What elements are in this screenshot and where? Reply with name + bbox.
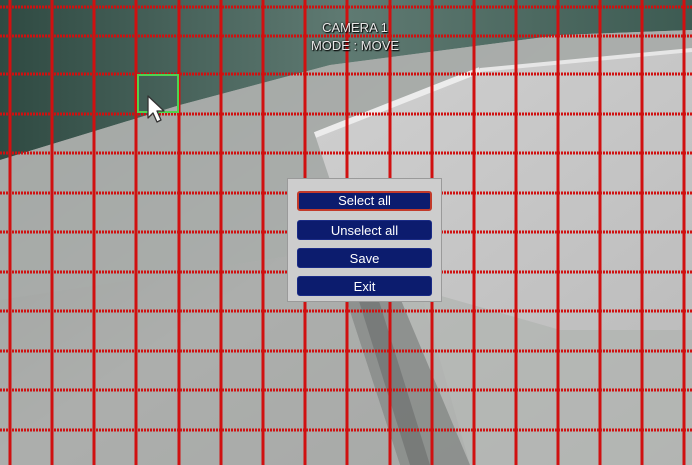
unselect-all-button[interactable]: Unselect all: [297, 220, 432, 240]
grid-context-menu: Select all Unselect all Save Exit: [287, 178, 442, 302]
mouse-pointer-icon: [147, 95, 165, 123]
select-all-button[interactable]: Select all: [297, 191, 432, 211]
camera-name-label: CAMERA 1: [322, 20, 388, 35]
save-button[interactable]: Save: [297, 248, 432, 268]
camera-motion-setup-screen: CAMERA 1 MODE : MOVE Select all Unselect…: [0, 0, 692, 465]
exit-button[interactable]: Exit: [297, 276, 432, 296]
mode-label: MODE : MOVE: [310, 38, 400, 53]
